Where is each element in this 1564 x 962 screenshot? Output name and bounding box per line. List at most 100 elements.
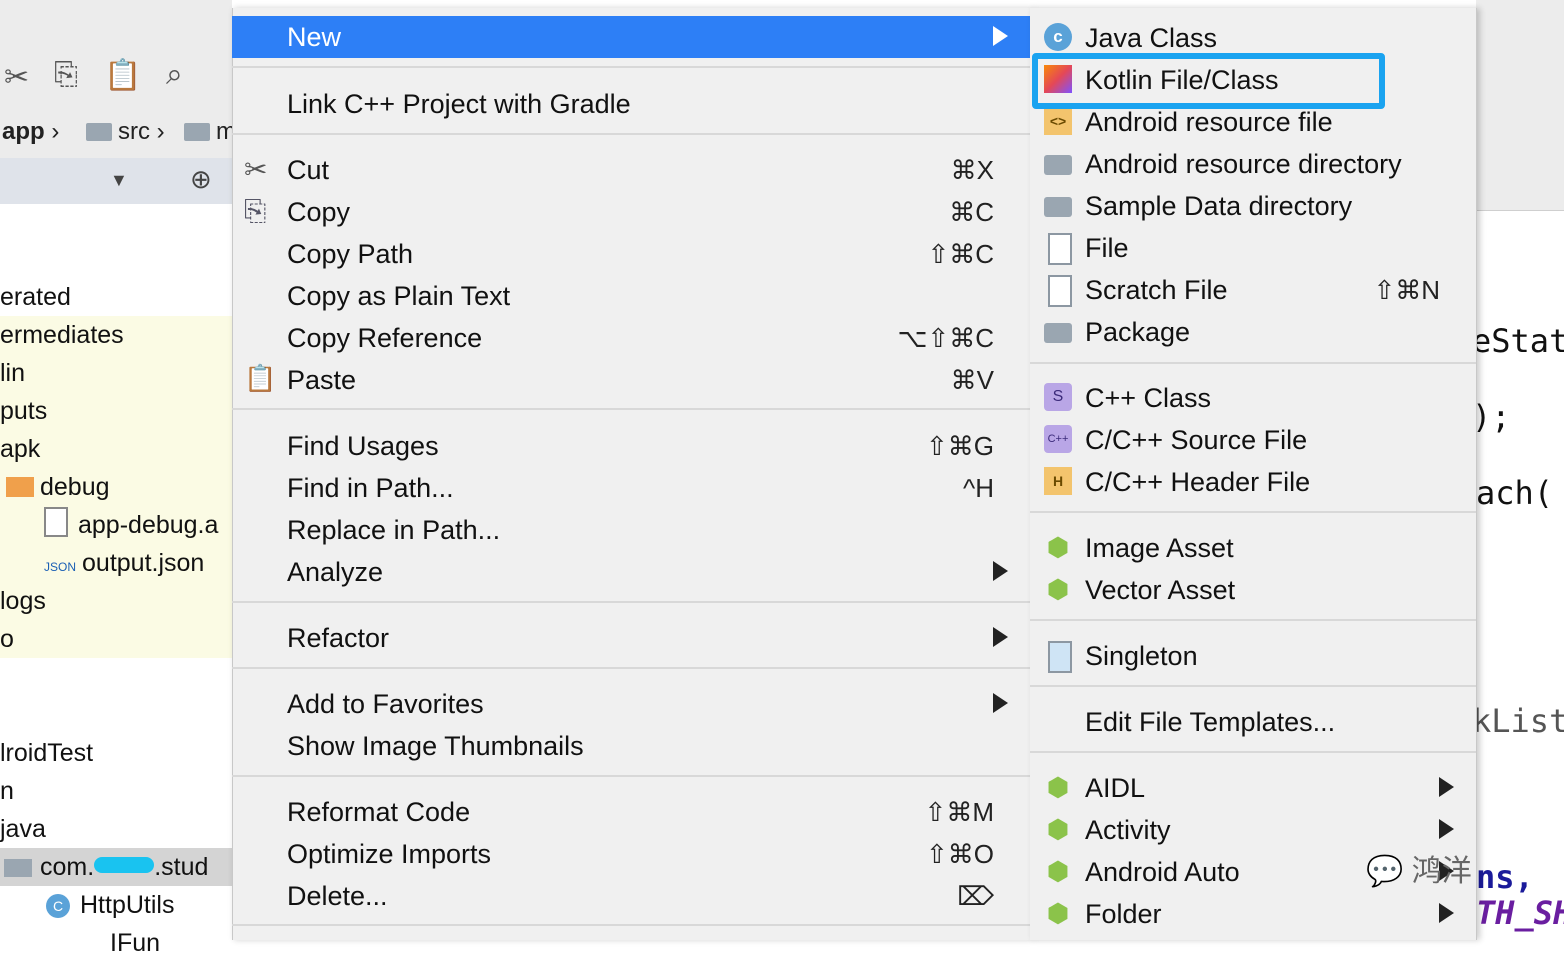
submenu-arrow-icon [993, 561, 1008, 581]
submenu-item-file[interactable]: File [1030, 227, 1476, 269]
apk-file-icon [44, 507, 68, 537]
tree-item[interactable]: puts [0, 392, 232, 430]
menu-separator [1030, 751, 1476, 753]
tree-item-json[interactable]: JSON output.json [0, 544, 232, 582]
menu-separator [232, 133, 1030, 135]
file-icon [1048, 233, 1072, 265]
menu-item-paste[interactable]: 📋 Paste ⌘V [232, 359, 1030, 401]
singleton-icon [1048, 641, 1072, 673]
menu-separator [232, 667, 1030, 669]
tree-item[interactable]: lroidTest [0, 734, 232, 772]
code-fragment: ); [1472, 398, 1511, 436]
scratch-file-icon [1048, 275, 1072, 307]
paste-icon[interactable]: 📋 [104, 58, 141, 93]
tree-item[interactable]: apk [0, 430, 232, 468]
cut-icon[interactable]: ✂ [4, 60, 29, 95]
project-pane-header: ▼ ⊕ [0, 158, 232, 204]
tree-item[interactable]: o [0, 620, 232, 658]
json-file-icon: JSON [44, 560, 77, 574]
tree-item-debug[interactable]: debug [0, 468, 232, 506]
menu-item-add-favorites[interactable]: Add to Favorites [232, 683, 1030, 725]
tree-item[interactable]: lin [0, 354, 232, 392]
chevron-down-icon[interactable]: ▼ [110, 170, 128, 191]
menu-item-link-cpp[interactable]: Link C++ Project with Gradle [232, 83, 1030, 125]
android-icon: ⬢ [1046, 898, 1070, 928]
submenu-arrow-icon [993, 26, 1008, 46]
menu-item-find-in-path[interactable]: Find in Path... ^H [232, 467, 1030, 509]
breadcrumb-item[interactable]: src › [86, 118, 165, 146]
menu-item-copy-plain[interactable]: Copy as Plain Text [232, 275, 1030, 317]
tree-item-class[interactable]: C HttpUtils [0, 886, 232, 924]
java-class-icon: c [1044, 23, 1072, 51]
menu-item-replace-in-path[interactable]: Replace in Path... [232, 509, 1030, 551]
cpp-class-icon: S [1044, 383, 1072, 411]
menu-item-reformat[interactable]: Reformat Code ⇧⌘M [232, 791, 1030, 833]
tree-item[interactable]: erated [0, 278, 232, 316]
menu-item-show-thumbnails[interactable]: Show Image Thumbnails [232, 725, 1030, 767]
breadcrumb-item[interactable]: m [184, 118, 236, 146]
menu-item-copy-path[interactable]: Copy Path ⇧⌘C [232, 233, 1030, 275]
submenu-item-cpp-class[interactable]: S C++ Class [1030, 377, 1476, 419]
scissors-icon: ✂ [244, 154, 268, 185]
android-icon: ⬢ [1046, 814, 1070, 844]
menu-separator [1030, 511, 1476, 513]
folder-icon [1044, 197, 1072, 217]
menu-separator [232, 775, 1030, 777]
submenu-item-scratch-file[interactable]: Scratch File ⇧⌘N [1030, 269, 1476, 311]
submenu-item-vector-asset[interactable]: ⬢ Vector Asset [1030, 569, 1476, 611]
submenu-item-image-asset[interactable]: ⬢ Image Asset [1030, 527, 1476, 569]
submenu-arrow-icon [1439, 777, 1454, 797]
search-icon[interactable]: ⌕ [166, 58, 183, 92]
submenu-item-sample-data-dir[interactable]: Sample Data directory [1030, 185, 1476, 227]
copy-icon[interactable]: ⎘ [54, 58, 78, 92]
tree-item-package[interactable]: com. .stud [0, 848, 232, 886]
menu-separator [232, 924, 1030, 926]
folder-icon [1044, 155, 1072, 175]
submenu-item-android-resource-dir[interactable]: Android resource directory [1030, 143, 1476, 185]
menu-separator [232, 601, 1030, 603]
tree-item-apk[interactable]: app-debug.a [0, 506, 232, 544]
menu-item-refactor[interactable]: Refactor [232, 617, 1030, 659]
submenu-item-edit-templates[interactable]: Edit File Templates... [1030, 701, 1476, 743]
wechat-icon: 💬 [1366, 855, 1404, 888]
tree-item[interactable]: ermediates [0, 316, 232, 354]
submenu-item-folder[interactable]: ⬢ Folder [1030, 893, 1476, 935]
code-fragment: eStat [1472, 322, 1564, 360]
menu-item-optimize-imports[interactable]: Optimize Imports ⇧⌘O [232, 833, 1030, 875]
submenu-item-activity[interactable]: ⬢ Activity [1030, 809, 1476, 851]
cpp-source-icon: C++ [1044, 425, 1072, 453]
folder-icon [6, 477, 34, 497]
submenu-item-cpp-header[interactable]: H C/C++ Header File [1030, 461, 1476, 503]
menu-item-copy-reference[interactable]: Copy Reference ⌥⇧⌘C [232, 317, 1030, 359]
highlight-callout-box [1032, 53, 1385, 109]
tree-item[interactable]: IFun [0, 924, 232, 962]
menu-separator [1030, 619, 1476, 621]
copy-icon: ⎘ [244, 195, 267, 226]
android-icon: ⬢ [1046, 856, 1070, 886]
menu-separator [232, 66, 1030, 68]
editor-tab-bar [1476, 0, 1564, 211]
tree-item[interactable]: java [0, 810, 232, 848]
target-icon[interactable]: ⊕ [190, 164, 212, 195]
menu-item-cut[interactable]: ✂ Cut ⌘X [232, 149, 1030, 191]
paste-icon: 📋 [244, 363, 277, 393]
submenu-arrow-icon [1439, 903, 1454, 923]
package-icon [1044, 323, 1072, 343]
android-icon: ⬢ [1046, 532, 1070, 562]
android-resource-file-icon: <> [1044, 107, 1072, 135]
menu-item-copy[interactable]: ⎘ Copy ⌘C [232, 191, 1030, 233]
menu-separator [232, 408, 1030, 410]
menu-item-find-usages[interactable]: Find Usages ⇧⌘G [232, 425, 1030, 467]
breadcrumb-item[interactable]: app › [2, 118, 59, 146]
submenu-item-aidl[interactable]: ⬢ AIDL [1030, 767, 1476, 809]
menu-item-analyze[interactable]: Analyze [232, 551, 1030, 593]
android-icon: ⬢ [1046, 772, 1070, 802]
submenu-item-singleton[interactable]: Singleton [1030, 635, 1476, 677]
menu-item-delete[interactable]: Delete... ⌦ [232, 875, 1030, 917]
folder-icon [184, 123, 210, 141]
submenu-item-package[interactable]: Package [1030, 311, 1476, 353]
menu-item-new[interactable]: New [232, 16, 1030, 58]
submenu-item-cpp-source[interactable]: C++ C/C++ Source File [1030, 419, 1476, 461]
tree-item[interactable]: logs [0, 582, 232, 620]
tree-item[interactable]: n [0, 772, 232, 810]
